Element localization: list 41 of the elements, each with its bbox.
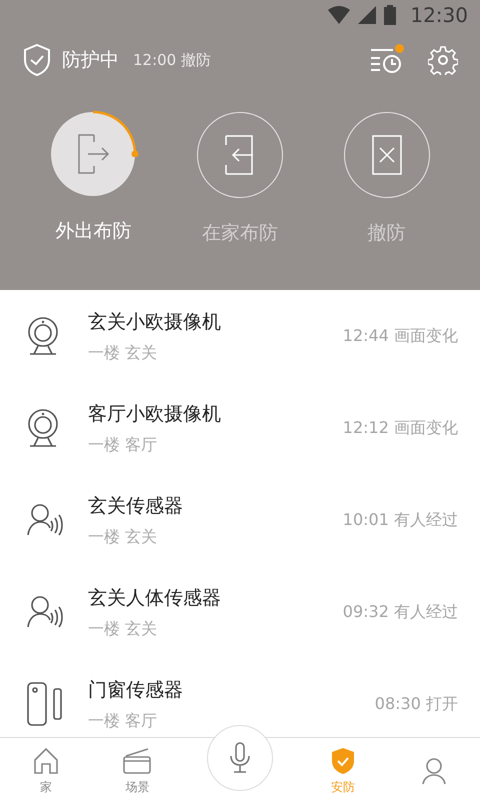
list-clock-icon [370, 46, 402, 74]
device-name: 玄关传感器 [88, 494, 184, 518]
event-time: 10:01 有人经过 [342, 510, 458, 530]
cancel-door-icon [372, 133, 402, 177]
countdown-arc [91, 110, 140, 157]
device-location: 一楼 玄关 [88, 526, 158, 548]
event-time: 09:32 有人经过 [342, 602, 458, 622]
schedule-text: 12:00 撤防 [133, 50, 212, 70]
nav-tab[interactable]: 安防 [297, 742, 388, 796]
settings-icon [428, 45, 458, 75]
device-name: 客厅小欧摄像机 [88, 402, 222, 426]
door-sensor-icon [26, 681, 64, 727]
device-name: 玄关人体传感器 [88, 586, 222, 610]
signal-icon [358, 6, 376, 24]
clock-time: 12:30 [410, 3, 468, 27]
camera-icon [26, 408, 60, 448]
device-location: 一楼 玄关 [88, 342, 158, 364]
device-name: 玄关小欧摄像机 [88, 310, 222, 334]
wifi-icon [328, 6, 350, 24]
camera-icon [26, 316, 60, 356]
protection-status: 防护中 [62, 48, 119, 73]
battery-icon [384, 5, 396, 25]
nav-tab[interactable]: 家 [0, 742, 92, 796]
event-time: 12:44 画面变化 [342, 326, 458, 346]
event-time: 08:30 打开 [374, 694, 458, 714]
microphone-icon [229, 742, 251, 774]
person-icon [421, 757, 448, 785]
arm-mode-button[interactable]: 外出布防 [28, 112, 158, 246]
shield-check-icon [330, 746, 356, 774]
device-location: 一楼 玄关 [88, 618, 158, 640]
device-name: 门窗传感器 [88, 678, 184, 702]
shield-check-icon [22, 43, 52, 77]
device-location: 一楼 客厅 [88, 710, 158, 732]
device-location: 一楼 客厅 [88, 434, 158, 456]
clapperboard-icon [122, 746, 152, 774]
event-time: 12:12 画面变化 [342, 418, 458, 438]
exit-door-icon [76, 132, 110, 176]
arm-mode-button[interactable]: 在家布防 [174, 112, 305, 246]
nav-tab[interactable]: 场景 [92, 742, 183, 796]
home-icon [32, 746, 59, 774]
arm-mode-button[interactable]: 撤防 [322, 112, 452, 246]
